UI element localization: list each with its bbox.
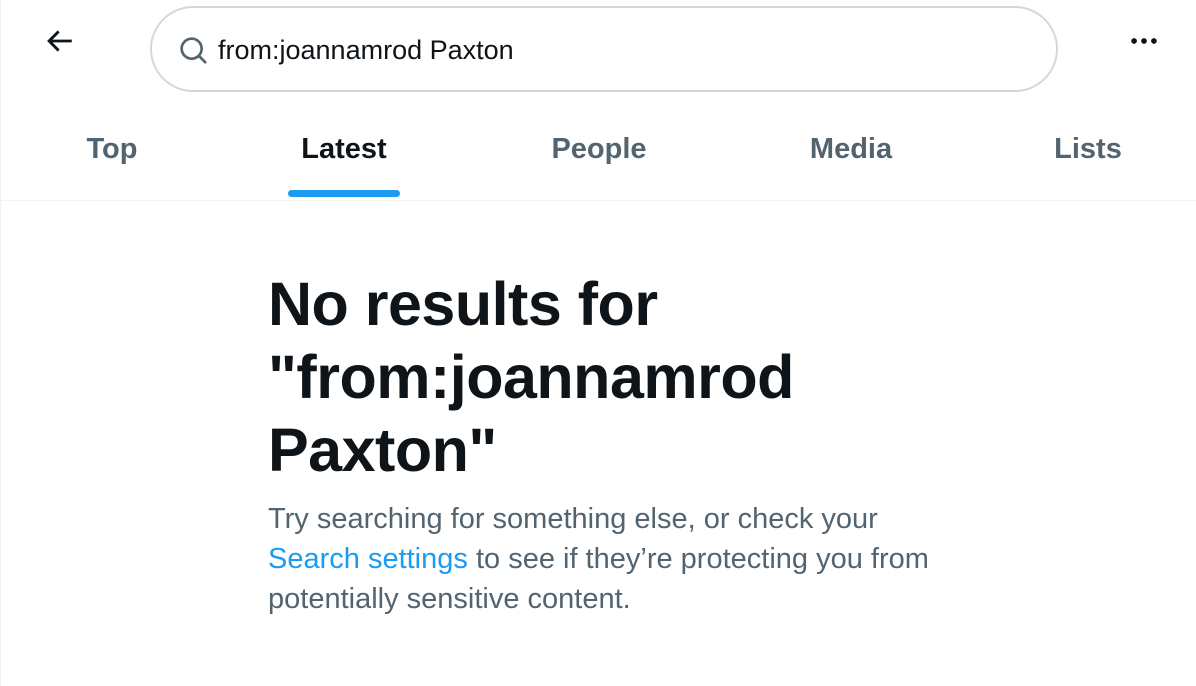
back-button[interactable] <box>35 20 83 62</box>
tab-top[interactable]: Top <box>41 98 183 200</box>
title-line: No results for <box>268 270 658 338</box>
search-box[interactable] <box>150 6 1058 92</box>
tab-latest[interactable]: Latest <box>273 98 415 200</box>
no-results-title: No results for "from:joannamrod Paxton" <box>268 268 908 487</box>
search-input[interactable] <box>218 28 1018 72</box>
no-results-description: Try searching for something else, or che… <box>268 499 948 619</box>
active-tab-indicator <box>288 190 400 197</box>
more-horizontal-icon <box>1131 38 1157 44</box>
tab-lists[interactable]: Lists <box>1017 98 1159 200</box>
tab-label: Lists <box>1054 132 1122 165</box>
more-button[interactable] <box>1117 20 1171 62</box>
search-header <box>1 0 1196 98</box>
search-settings-link[interactable]: Search settings <box>268 543 468 575</box>
tab-label: Latest <box>301 132 387 165</box>
title-line: Paxton" <box>268 416 497 484</box>
description-text: Try searching for something else, or che… <box>268 503 878 535</box>
tab-label: Top <box>86 132 138 165</box>
title-line: "from:joannamrod <box>268 343 794 411</box>
arrow-left-icon <box>47 30 72 52</box>
search-icon <box>180 37 207 64</box>
tab-people[interactable]: People <box>528 98 670 200</box>
search-results-page: Top Latest People Media Lists No results… <box>0 0 1196 686</box>
tab-label: People <box>551 132 647 165</box>
tab-media[interactable]: Media <box>780 98 922 200</box>
tab-label: Media <box>809 132 893 165</box>
search-tabs: Top Latest People Media Lists <box>1 98 1196 201</box>
